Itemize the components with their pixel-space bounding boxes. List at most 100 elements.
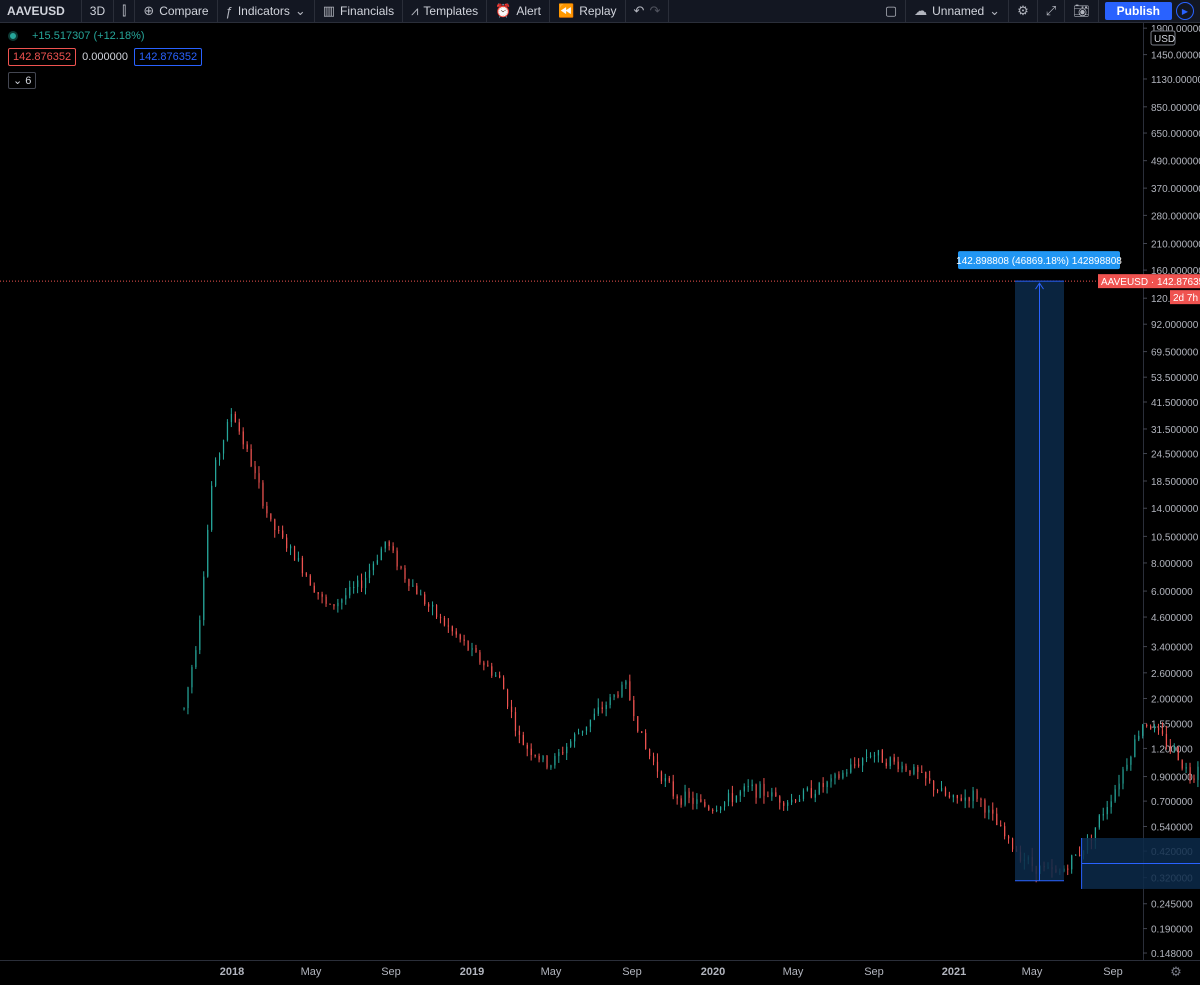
top-toolbar: AAVEUSD 3D ⫿ ⊕ Compare ƒ Indicators ⌄ ▥ Fina… [0,0,1200,23]
status-dot-icon [8,31,18,41]
y-tick-label: 850.000000 [1151,103,1200,114]
fx-icon: ƒ [225,3,233,19]
y-tick-label: 210.000000 [1151,240,1200,251]
y-tick-label: 8.000000 [1151,559,1193,570]
candle-body [290,546,292,549]
candle-body [767,795,769,797]
price-change: +15.517307 (+12.18%) [32,30,145,42]
y-tick-label: 31.500000 [1151,425,1199,436]
indicators-button[interactable]: ƒ Indicators ⌄ [218,0,315,22]
candle-body [1197,766,1199,780]
candle-body [337,602,339,607]
y-tick-label: 53.500000 [1151,373,1199,384]
settings-button[interactable]: ⚙ [1009,0,1038,22]
candle-body [230,414,233,422]
y-tick-label: 3.400000 [1151,643,1193,654]
candle-body [1189,767,1191,779]
candle-body [680,798,682,805]
financials-label: Financials [340,4,395,18]
candle-body [842,772,844,779]
candle-body [562,752,564,754]
y-tick-label: 0.900000 [1151,773,1193,784]
candle-body [578,732,580,735]
x-tick-label: Sep [622,966,642,978]
candle-body [554,756,556,766]
indicators-collapse-button[interactable]: ⌄ 6 [8,72,37,89]
candle-body [199,620,201,651]
candle-body [274,519,276,531]
play-icon[interactable]: ▶ [1176,2,1194,20]
candle-body [286,537,288,549]
candle-body [739,791,741,796]
y-tick-label: 0.190000 [1151,925,1193,936]
symbol-button[interactable]: AAVEUSD [0,0,82,22]
candle-body [850,764,852,773]
candle-body [980,798,982,801]
candle-body [802,790,805,799]
candle-body [211,485,213,530]
candle-body [944,788,947,796]
publish-button[interactable]: Publish [1104,2,1172,20]
snapshot-button[interactable]: 📷︎ [1065,0,1099,22]
sell-price-button[interactable]: 142.876352 [8,48,77,66]
candle-body [1138,735,1140,740]
candle-body [1130,756,1132,765]
y-tick-label: 24.500000 [1151,450,1199,461]
candle-body [207,529,209,577]
candle-body [1150,726,1152,730]
candle-body [570,741,572,747]
candle-body [349,587,351,596]
alert-button[interactable]: ⏰ Alert [487,0,550,22]
candle-body [826,781,828,788]
templates-button[interactable]: ⩘ Templates [403,0,488,22]
candle-body [633,700,635,717]
candle-body [696,799,698,804]
financials-button[interactable]: ▥ Financials [315,0,404,22]
candle-body [219,453,221,460]
layout-button[interactable]: ☁ Unnamed ⌄ [906,0,1010,22]
undo-button[interactable]: ↶ ↷ [626,0,670,22]
candle-body [357,580,359,587]
candle-body [364,577,367,589]
candle-body [960,798,962,801]
x-tick-label: Sep [864,966,884,978]
square-icon: ▢ [884,3,898,18]
spread-value: 0.000000 [82,51,129,63]
chart-legend: +15.517307 (+12.18%) 142.876352 0.000000… [8,30,203,95]
compare-button[interactable]: ⊕ Compare [135,0,218,22]
candle-body [278,530,280,532]
candle-body [503,677,505,690]
candle-body [617,694,619,697]
legend-bidask-row: 142.876352 0.000000 142.876352 [8,48,203,66]
interval-button[interactable]: 3D [82,0,115,22]
chart-type-button[interactable]: ⫿ [114,0,136,22]
candle-body [376,560,379,564]
candle-body [771,792,773,797]
candle-body [1157,727,1160,731]
candle-body [645,732,647,750]
rewind-icon: ⏪ [558,3,575,18]
buy-price-button[interactable]: 142.876352 [134,48,203,66]
fullscreen-toggle[interactable]: ▢ [877,0,907,22]
indicator-count: 6 [25,75,32,87]
replay-button[interactable]: ⏪ Replay [550,0,626,22]
x-tick-label: 2020 [701,966,725,978]
candle-body [530,748,532,756]
candle-body [258,473,260,483]
expand-button[interactable]: ⤢ [1038,0,1066,22]
candle-body [455,631,457,635]
candle-body [518,730,521,735]
candle-body [341,599,343,603]
candle-body [664,778,667,782]
y-tick-label: 0.540000 [1151,822,1193,833]
candle-body [262,482,264,506]
candle-body [759,783,761,798]
candle-body [1154,727,1156,730]
candle-body [873,755,876,757]
candle-body [471,647,473,650]
cloud-icon: ☁ [914,3,928,18]
candle-body [940,788,943,792]
bar-chart-icon: ▥ [322,3,336,18]
price-chart[interactable]: 1900.0000001450.0000001130.000000850.000… [0,23,1200,985]
